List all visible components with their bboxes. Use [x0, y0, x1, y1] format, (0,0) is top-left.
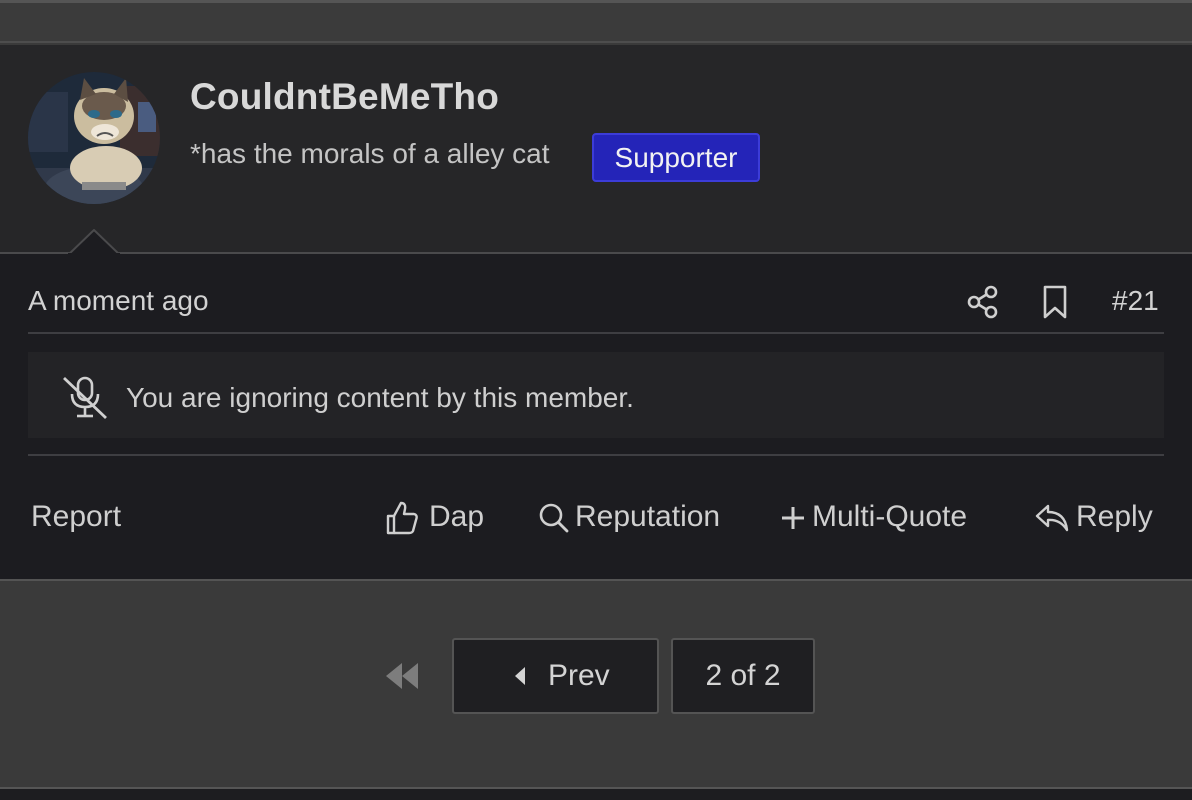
caret-pointer	[68, 229, 120, 255]
prev-label: Prev	[548, 659, 610, 692]
reply-button[interactable]: Reply	[1076, 500, 1153, 534]
username[interactable]: CouldntBeMeTho	[190, 76, 499, 118]
user-title: *has the morals of a alley cat	[190, 138, 550, 169]
search-icon[interactable]	[538, 502, 570, 534]
bookmark-icon[interactable]	[1040, 284, 1070, 320]
share-icon[interactable]	[966, 284, 1000, 320]
plus-icon[interactable]	[780, 505, 806, 531]
report-button[interactable]: Report	[31, 500, 121, 534]
supporter-badge: Supporter	[592, 133, 760, 182]
reply-icon[interactable]	[1034, 502, 1070, 534]
multi-quote-button[interactable]: Multi-Quote	[812, 500, 967, 534]
dap-button[interactable]: Dap	[429, 500, 484, 534]
divider	[28, 332, 1164, 334]
microphone-off-icon	[63, 376, 107, 420]
first-page-icon[interactable]	[384, 661, 420, 691]
grumpy-cat-avatar-image	[28, 72, 160, 204]
post-number-link[interactable]: #21	[1112, 285, 1159, 317]
prev-page-button[interactable]: Prev	[452, 638, 659, 714]
top-strip	[0, 0, 1192, 43]
ignored-content-message: You are ignoring content by this member.	[126, 382, 634, 413]
caret-left-icon	[515, 667, 525, 685]
thumbs-up-icon[interactable]	[385, 500, 419, 536]
post-timestamp[interactable]: A moment ago	[28, 285, 209, 317]
page-indicator-button[interactable]: 2 of 2	[671, 638, 815, 714]
avatar[interactable]	[28, 72, 160, 204]
bottom-strip	[0, 787, 1192, 800]
divider	[28, 454, 1164, 456]
reputation-button[interactable]: Reputation	[575, 500, 720, 534]
